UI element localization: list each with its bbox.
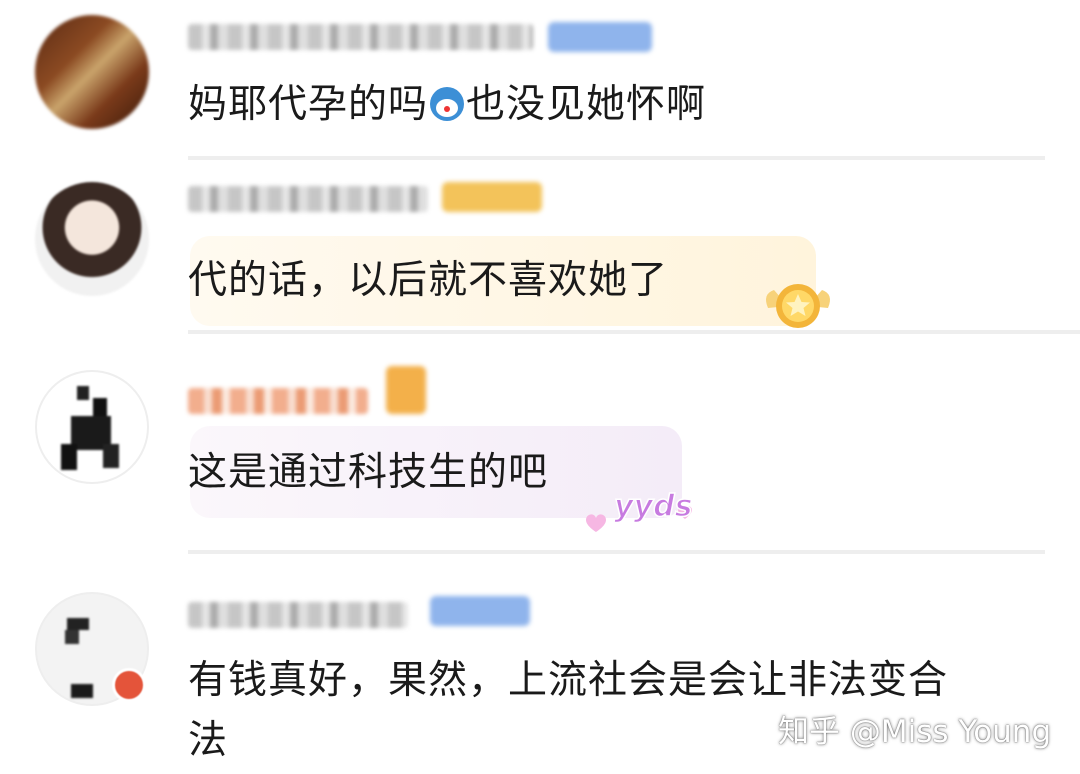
username[interactable] xyxy=(188,388,368,414)
comment-2: 代的话，以后就不喜欢她了 xyxy=(0,160,1080,336)
yyds-sticker-icon: yyds xyxy=(586,488,693,532)
divider xyxy=(188,330,1080,334)
watermark: 知乎 @Miss Young xyxy=(778,714,1052,750)
username[interactable] xyxy=(188,602,408,628)
star-medal-icon xyxy=(766,284,830,328)
divider xyxy=(188,550,1045,554)
user-badge xyxy=(442,182,542,212)
doraemon-emoji-icon xyxy=(430,87,465,121)
user-avatar[interactable] xyxy=(35,15,149,129)
user-avatar[interactable] xyxy=(35,182,149,296)
comment-text: 这是通过科技生的吧 xyxy=(188,450,549,495)
comment-3: 这是通过科技生的吧 yyds xyxy=(0,336,1080,556)
username[interactable] xyxy=(188,186,428,212)
comment-text-line-1: 有钱真好，果然，上流社会是会让非法变合 xyxy=(188,658,949,703)
username[interactable] xyxy=(188,24,533,50)
yyds-sticker-text: yyds xyxy=(614,489,692,524)
comment-text-line-2: 法 xyxy=(188,718,229,763)
user-badge xyxy=(386,366,426,414)
comment-1: 妈耶代孕的吗 也没见她怀啊 xyxy=(0,0,1080,160)
user-badge xyxy=(548,22,652,52)
verified-badge-icon xyxy=(112,668,146,702)
comment-text: 妈耶代孕的吗 也没见她怀啊 xyxy=(188,82,707,127)
user-badge xyxy=(430,596,530,626)
user-avatar[interactable] xyxy=(35,370,149,484)
comment-text: 代的话，以后就不喜欢她了 xyxy=(188,258,669,303)
